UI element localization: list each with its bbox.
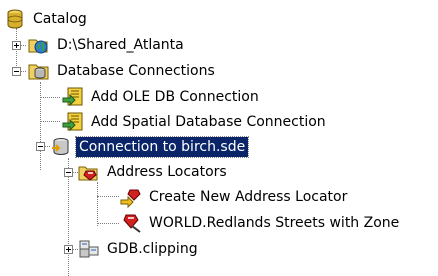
collapse-toggle[interactable]: [36, 142, 45, 151]
tree-node-add-ole-db-connection[interactable]: Add OLE DB Connection: [62, 85, 262, 109]
add-connection-icon: [62, 87, 83, 107]
feature-dataset-icon: [79, 240, 99, 258]
folder-globe-icon: [28, 39, 48, 54]
collapse-toggle[interactable]: [64, 168, 73, 177]
database-connections-folder-icon: [28, 64, 49, 80]
create-locator-icon: [120, 189, 141, 208]
address-locators-icon: [78, 166, 98, 181]
tree-node-create-new-address-locator[interactable]: Create New Address Locator: [120, 185, 350, 209]
tree-node-shared-atlanta[interactable]: D:\Shared_Atlanta: [28, 33, 187, 57]
expand-toggle[interactable]: [12, 41, 21, 50]
catalog-icon: [7, 9, 23, 29]
tree-node-label: WORLD.Redlands Streets with Zone: [149, 215, 400, 231]
expand-toggle[interactable]: [64, 245, 73, 254]
tree-line: [40, 82, 41, 170]
catalog-tree: Catalog D:\Shared_Atlanta Database Conne…: [0, 0, 438, 276]
tree-node-add-spatial-database-connection[interactable]: Add Spatial Database Connection: [62, 110, 329, 134]
add-connection-icon: [62, 112, 83, 132]
tree-line: [97, 182, 98, 226]
tree-node-label: Add Spatial Database Connection: [91, 114, 326, 130]
tree-line: [40, 97, 60, 98]
tree-line: [97, 196, 119, 197]
tree-node-gdb-clipping[interactable]: GDB.clipping: [78, 237, 201, 261]
tree-node-world-redlands-streets-with-zone[interactable]: WORLD.Redlands Streets with Zone: [120, 211, 402, 235]
tree-node-label: Database Connections: [57, 63, 215, 79]
tree-node-label: Catalog: [33, 11, 87, 27]
tree-node-label: Create New Address Locator: [149, 189, 348, 205]
tree-node-address-locators[interactable]: Address Locators: [78, 160, 230, 184]
sde-connection-icon: [52, 138, 69, 155]
tree-node-database-connections[interactable]: Database Connections: [28, 59, 218, 83]
tree-line: [40, 121, 60, 122]
collapse-toggle[interactable]: [12, 67, 21, 76]
tree-node-label: GDB.clipping: [107, 241, 198, 257]
tree-line: [97, 223, 119, 224]
tree-node-label: Address Locators: [107, 164, 227, 180]
tree-node-label: Connection to birch.sde: [74, 136, 250, 158]
tree-node-catalog[interactable]: Catalog: [4, 7, 90, 31]
tree-node-connection-to-birch-sde[interactable]: Connection to birch.sde: [50, 135, 250, 159]
tree-node-label: Add OLE DB Connection: [91, 89, 259, 105]
address-locator-icon: [123, 214, 141, 233]
tree-node-label: D:\Shared_Atlanta: [57, 37, 184, 53]
